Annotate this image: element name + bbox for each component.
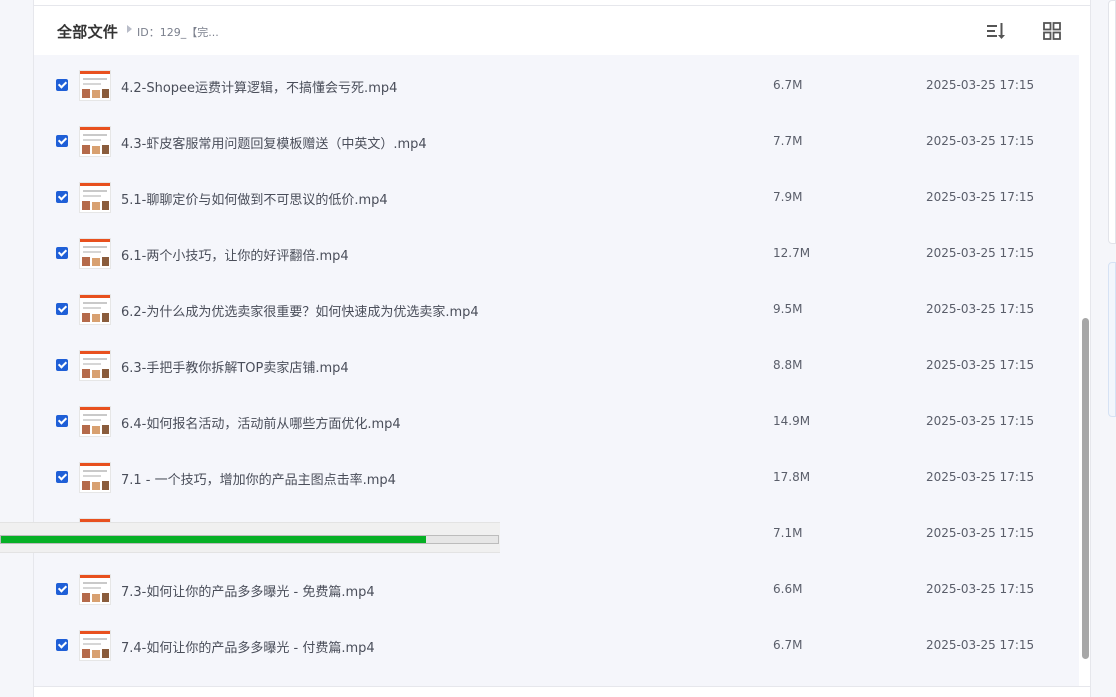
file-name[interactable]: 7.3-如何让你的产品多多曝光 - 免费篇.mp4 bbox=[121, 581, 375, 600]
table-row[interactable]: 6.1-两个小技巧，让你的好评翻倍.mp4 12.7M 2025-03-25 17:… bbox=[34, 223, 1079, 279]
side-panel-edge bbox=[1108, 262, 1116, 417]
breadcrumb-separator-icon bbox=[127, 25, 132, 33]
video-thumbnail-icon[interactable] bbox=[79, 126, 111, 157]
file-name[interactable]: 4.2-Shopee运费计算逻辑，不搞懂会亏死.mp4 bbox=[121, 77, 397, 96]
file-date: 2025-03-25 17:15 bbox=[926, 358, 1035, 372]
list-header: 全部文件 ID：129_【完... bbox=[34, 6, 1090, 54]
file-size: 8.8M bbox=[773, 358, 803, 372]
file-date: 2025-03-25 17:15 bbox=[926, 582, 1035, 596]
table-row[interactable]: 5.1-聊聊定价与如何做到不可思议的低价.mp4 7.9M 2025-03-25 1… bbox=[34, 167, 1079, 223]
progress-bar bbox=[0, 535, 499, 544]
file-name[interactable]: 7.4-如何让你的产品多多曝光 - 付费篇.mp4 bbox=[121, 637, 375, 656]
row-checkbox[interactable] bbox=[56, 79, 68, 91]
table-row[interactable]: 7.1 - 一个技巧，增加你的产品主图点击率.mp4 17.8M 2025-03-2… bbox=[34, 447, 1079, 503]
file-date: 2025-03-25 17:15 bbox=[926, 414, 1035, 428]
table-row[interactable]: 7.3-如何让你的产品多多曝光 - 免费篇.mp4 6.6M 2025-03-25 … bbox=[34, 559, 1079, 615]
file-size: 14.9M bbox=[773, 414, 811, 428]
sort-list-icon[interactable] bbox=[986, 21, 1006, 41]
video-thumbnail-icon[interactable] bbox=[79, 462, 111, 493]
file-name[interactable]: 7.1 - 一个技巧，增加你的产品主图点击率.mp4 bbox=[121, 469, 396, 488]
file-size: 6.6M bbox=[773, 582, 803, 596]
file-date: 2025-03-25 17:15 bbox=[926, 470, 1035, 484]
file-list-panel: 全部文件 ID：129_【完... 4.2-Shopee运费计算逻辑，不搞懂会亏… bbox=[33, 0, 1091, 697]
file-date: 2025-03-25 17:15 bbox=[926, 526, 1035, 540]
row-checkbox[interactable] bbox=[56, 135, 68, 147]
row-checkbox[interactable] bbox=[56, 191, 68, 203]
progress-bar-fill bbox=[1, 536, 426, 543]
file-name[interactable]: 6.2-为什么成为优选卖家很重要？如何快速成为优选卖家.mp4 bbox=[121, 301, 479, 320]
file-date: 2025-03-25 17:15 bbox=[926, 302, 1035, 316]
file-size: 6.7M bbox=[773, 78, 803, 92]
file-size: 7.7M bbox=[773, 134, 803, 148]
file-name[interactable]: 6.4-如何报名活动，活动前从哪些方面优化.mp4 bbox=[121, 413, 401, 432]
file-size: 17.8M bbox=[773, 470, 811, 484]
vertical-scrollbar[interactable] bbox=[1082, 318, 1089, 659]
grid-view-icon[interactable] bbox=[1042, 21, 1062, 41]
file-size: 12.7M bbox=[773, 246, 811, 260]
row-checkbox[interactable] bbox=[56, 471, 68, 483]
video-thumbnail-icon[interactable] bbox=[79, 630, 111, 661]
file-name[interactable]: 6.1-两个小技巧，让你的好评翻倍.mp4 bbox=[121, 245, 349, 264]
row-checkbox[interactable] bbox=[56, 415, 68, 427]
table-row[interactable]: 6.4-如何报名活动，活动前从哪些方面优化.mp4 14.9M 2025-03-25… bbox=[34, 391, 1079, 447]
table-row[interactable]: 4.3-虾皮客服常用问题回复模板赠送（中英文）.mp4 7.7M 2025-03-2… bbox=[34, 111, 1079, 167]
file-size: 9.5M bbox=[773, 302, 803, 316]
row-checkbox[interactable] bbox=[56, 247, 68, 259]
file-date: 2025-03-25 17:15 bbox=[926, 638, 1035, 652]
video-thumbnail-icon[interactable] bbox=[79, 574, 111, 605]
file-list: 4.2-Shopee运费计算逻辑，不搞懂会亏死.mp4 6.7M 2025-03-2… bbox=[34, 55, 1079, 686]
breadcrumb-root[interactable]: 全部文件 bbox=[57, 21, 118, 42]
row-checkbox[interactable] bbox=[56, 583, 68, 595]
video-thumbnail-icon[interactable] bbox=[79, 70, 111, 101]
file-name[interactable]: 4.3-虾皮客服常用问题回复模板赠送（中英文）.mp4 bbox=[121, 133, 427, 152]
progress-overlay bbox=[0, 522, 500, 553]
file-size: 7.1M bbox=[773, 526, 803, 540]
video-thumbnail-icon[interactable] bbox=[79, 182, 111, 213]
table-row[interactable]: 4.2-Shopee运费计算逻辑，不搞懂会亏死.mp4 6.7M 2025-03-2… bbox=[34, 55, 1079, 111]
side-panel-edge bbox=[1108, 0, 1116, 244]
file-date: 2025-03-25 17:15 bbox=[926, 246, 1035, 260]
video-thumbnail-icon[interactable] bbox=[79, 350, 111, 381]
breadcrumb-current-folder[interactable]: ID：129_【完... bbox=[137, 24, 219, 40]
file-name[interactable]: 6.3-手把手教你拆解TOP卖家店铺.mp4 bbox=[121, 357, 349, 376]
video-thumbnail-icon[interactable] bbox=[79, 294, 111, 325]
video-thumbnail-icon[interactable] bbox=[79, 406, 111, 437]
file-date: 2025-03-25 17:15 bbox=[926, 190, 1035, 204]
left-background bbox=[0, 0, 33, 697]
row-checkbox[interactable] bbox=[56, 639, 68, 651]
video-thumbnail-icon[interactable] bbox=[79, 238, 111, 269]
table-row[interactable]: 6.3-手把手教你拆解TOP卖家店铺.mp4 8.8M 2025-03-25 17:… bbox=[34, 335, 1079, 391]
row-checkbox[interactable] bbox=[56, 303, 68, 315]
table-row[interactable]: 6.2-为什么成为优选卖家很重要？如何快速成为优选卖家.mp4 9.5M 2025-… bbox=[34, 279, 1079, 335]
file-size: 7.9M bbox=[773, 190, 803, 204]
file-size: 6.7M bbox=[773, 638, 803, 652]
file-date: 2025-03-25 17:15 bbox=[926, 78, 1035, 92]
file-date: 2025-03-25 17:15 bbox=[926, 134, 1035, 148]
file-name[interactable]: 5.1-聊聊定价与如何做到不可思议的低价.mp4 bbox=[121, 189, 388, 208]
divider bbox=[34, 686, 1090, 687]
table-row[interactable]: 7.4-如何让你的产品多多曝光 - 付费篇.mp4 6.7M 2025-03-25 … bbox=[34, 615, 1079, 671]
row-checkbox[interactable] bbox=[56, 359, 68, 371]
